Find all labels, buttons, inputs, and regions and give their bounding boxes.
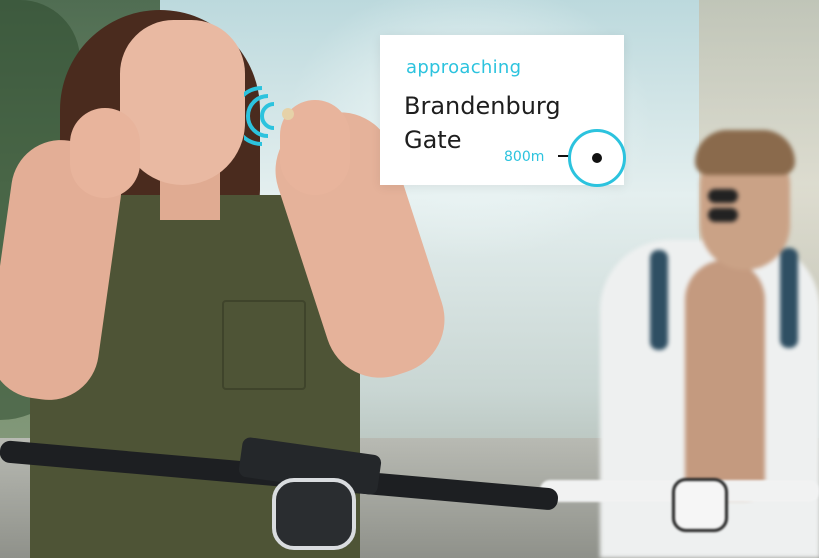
man-chest xyxy=(685,260,765,500)
sunglasses xyxy=(708,188,782,222)
title-line-1: Brandenburg xyxy=(404,92,561,120)
man-hair xyxy=(695,130,795,175)
bike-headlamp xyxy=(272,478,356,550)
backpack-strap xyxy=(650,250,668,350)
notification-subtitle: approaching xyxy=(406,57,522,78)
distance-label: 800m xyxy=(504,149,545,165)
woman-left-hand xyxy=(70,108,140,198)
shirt-pocket xyxy=(222,300,306,390)
white-bike-lamp xyxy=(672,478,728,532)
target-dot xyxy=(592,153,602,163)
backpack-strap xyxy=(780,248,798,348)
audio-waves-icon xyxy=(244,86,294,146)
target-icon xyxy=(568,129,626,187)
navigation-notification-card: approaching Brandenburg Gate 800m xyxy=(380,35,626,187)
